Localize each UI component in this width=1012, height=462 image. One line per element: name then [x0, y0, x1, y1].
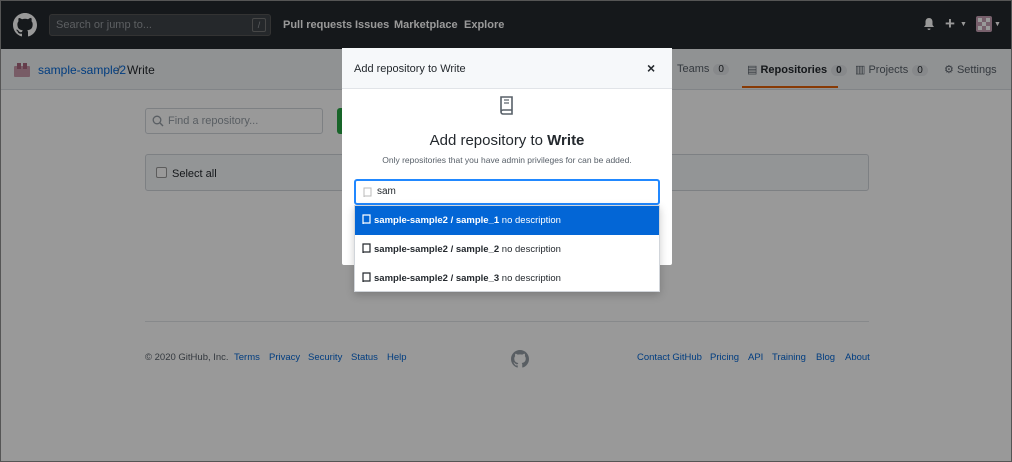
suggestion-text: sample-sample2 / sample_3 no description: [374, 273, 561, 284]
suggestion-repo-name: sample-sample2 / sample_1: [374, 215, 500, 226]
suggestion-item[interactable]: sample-sample2 / sample_2 no description: [355, 235, 659, 264]
repo-icon: [362, 243, 371, 254]
repository-search-value: sam: [377, 186, 396, 197]
dialog-header: Add repository to Write ×: [342, 48, 672, 89]
suggestion-item[interactable]: sample-sample2 / sample_3 no description: [355, 264, 659, 293]
suggestion-repo-name: sample-sample2 / sample_3: [374, 273, 500, 284]
repo-icon: [362, 272, 371, 283]
suggestion-item[interactable]: sample-sample2 / sample_1 no description: [355, 206, 659, 235]
suggestion-description: no description: [501, 273, 561, 284]
suggestion-description: no description: [501, 215, 561, 226]
repository-suggestions: sample-sample2 / sample_1 no description…: [354, 205, 660, 292]
heading-team: Write: [547, 132, 585, 149]
heading-prefix: Add repository to: [429, 132, 543, 149]
dialog-heading: Add repository to Write: [342, 132, 672, 149]
dialog-subtext: Only repositories that you have admin pr…: [382, 155, 632, 165]
repo-icon: [363, 187, 372, 198]
suggestion-description: no description: [501, 244, 561, 255]
suggestion-text: sample-sample2 / sample_1 no description: [374, 215, 561, 226]
repository-search-input[interactable]: sam: [354, 179, 660, 205]
suggestion-repo-name: sample-sample2 / sample_2: [374, 244, 500, 255]
close-icon[interactable]: ×: [647, 60, 655, 76]
repo-icon: [500, 96, 513, 115]
suggestion-text: sample-sample2 / sample_2 no description: [374, 244, 561, 255]
dialog-title: Add repository to Write: [354, 63, 466, 75]
app-window: Search or jump to... / Pull requests Iss…: [0, 0, 1012, 462]
repo-icon: [362, 214, 371, 225]
